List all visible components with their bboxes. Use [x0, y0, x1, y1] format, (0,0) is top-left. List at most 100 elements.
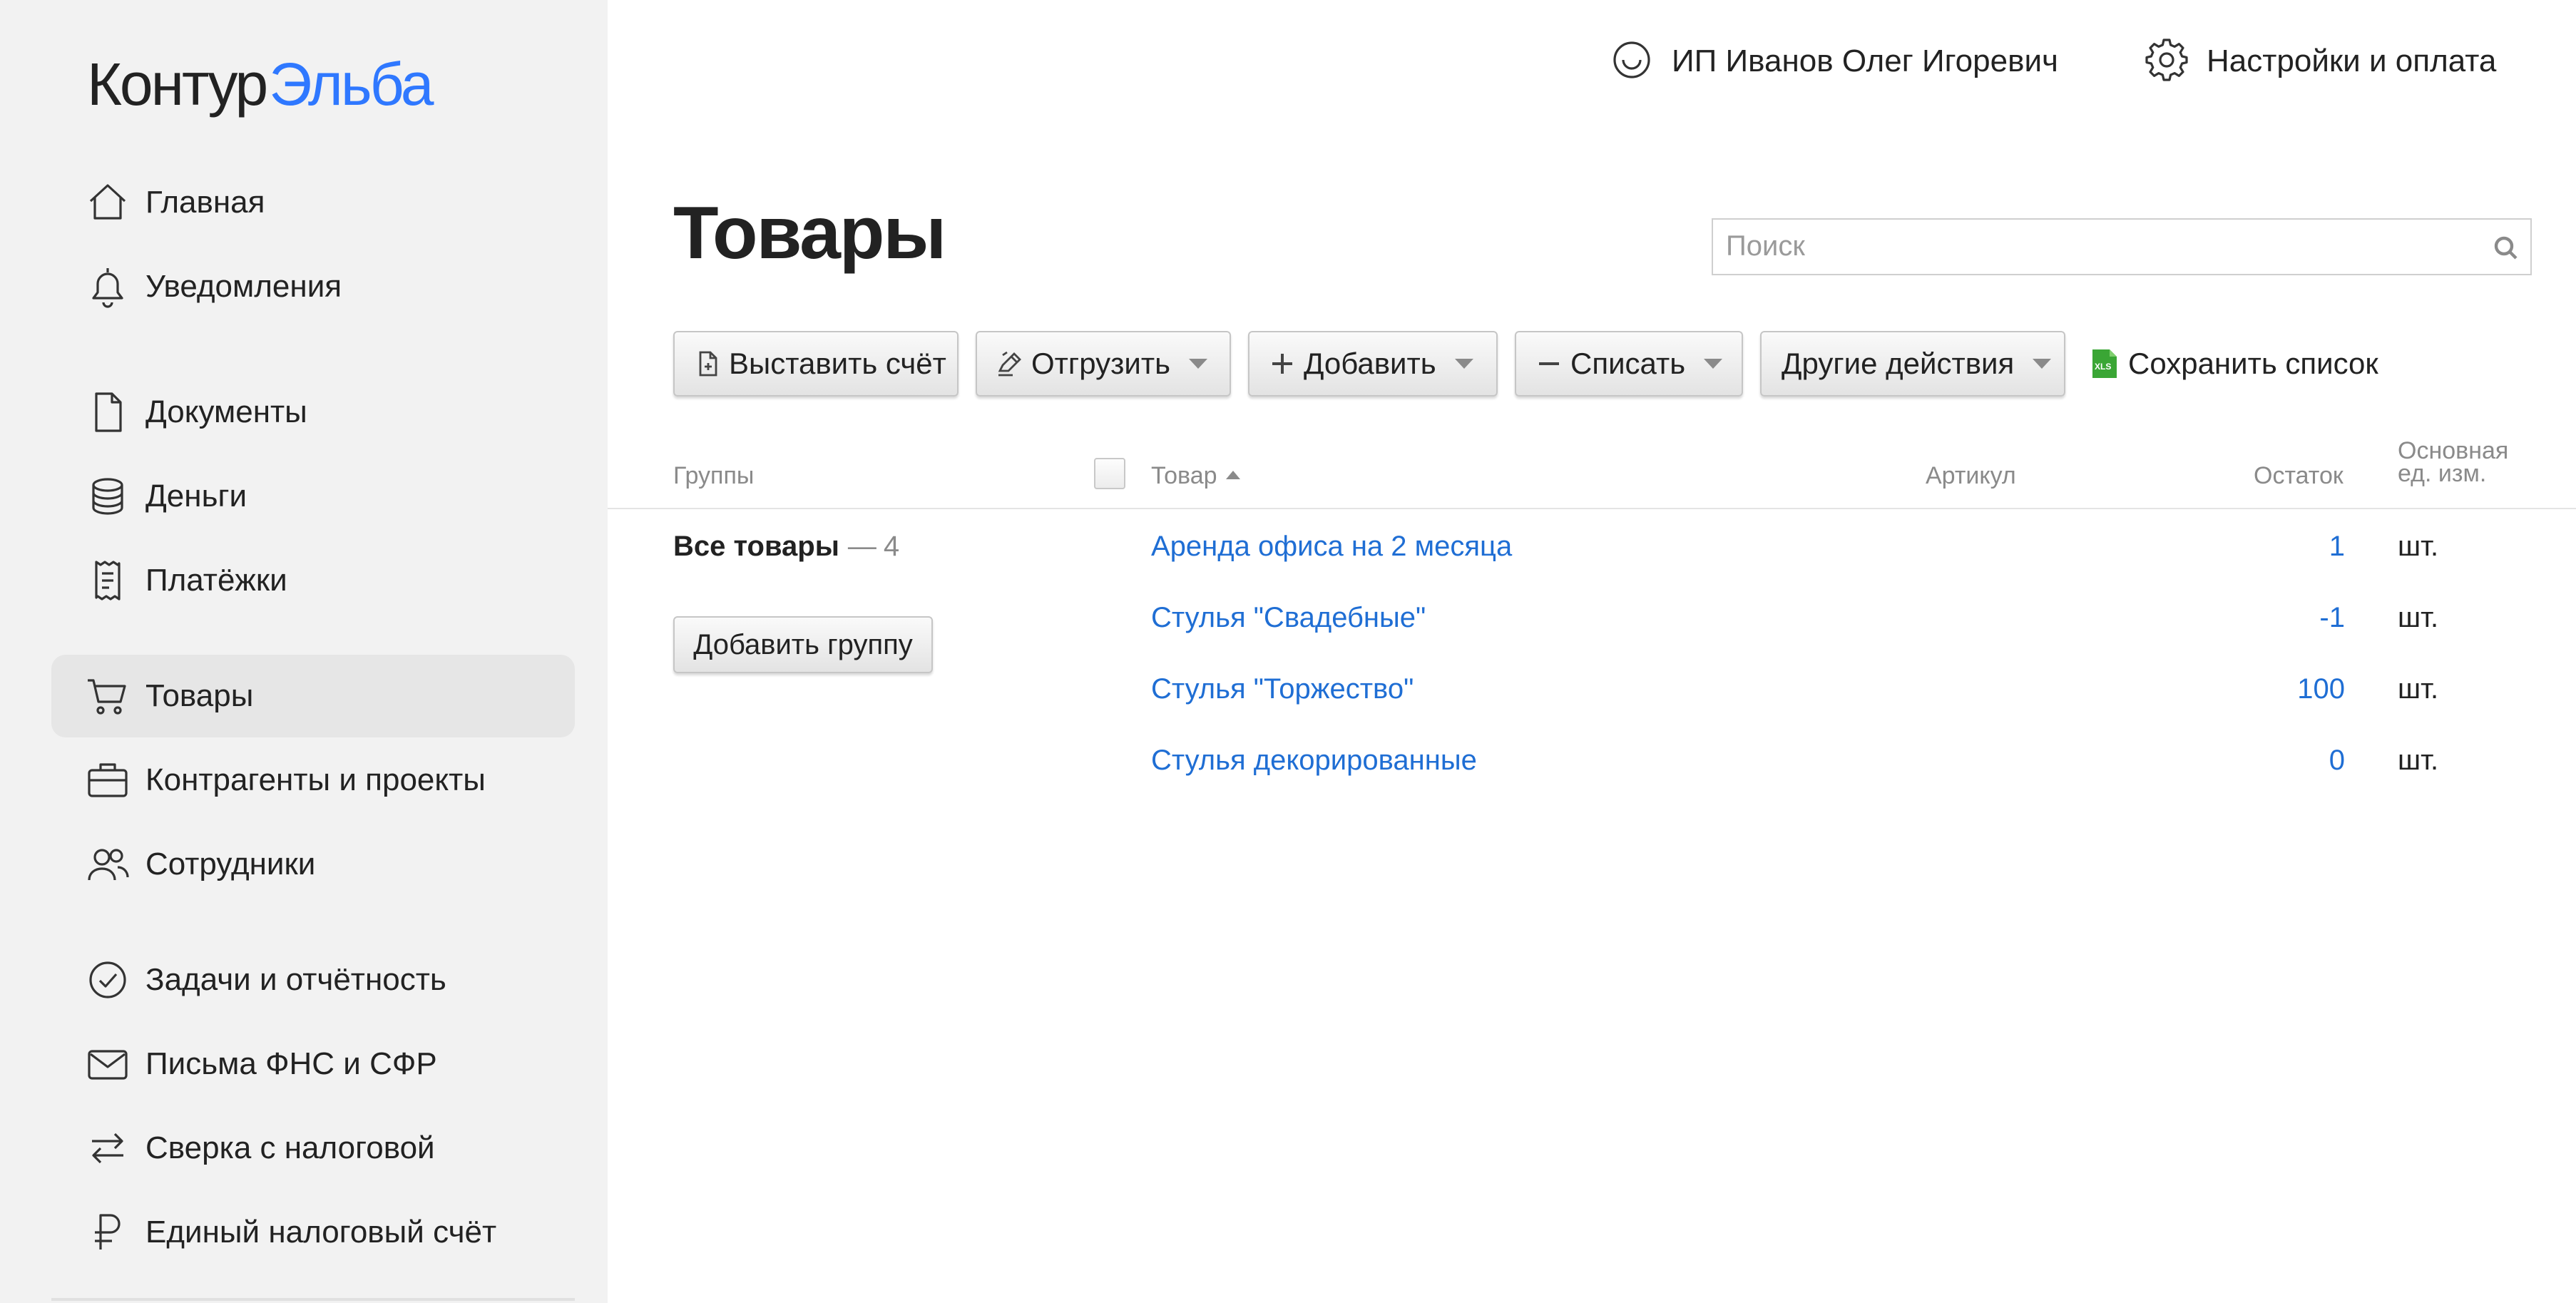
sidebar-item-label: Единый налоговый счёт: [145, 1215, 497, 1250]
product-name-link[interactable]: Стулья "Торжество": [1151, 673, 1414, 705]
product-name-link[interactable]: Аренда офиса на 2 месяца: [1151, 531, 1512, 563]
other-actions-label: Другие действия: [1782, 347, 2015, 380]
bell-icon: [84, 263, 131, 310]
logo[interactable]: КонтурЭльба: [87, 50, 434, 119]
search-input[interactable]: [1713, 220, 2468, 272]
briefcase-icon: [84, 757, 131, 804]
writeoff-button[interactable]: Списать: [1515, 331, 1743, 397]
sidebar-item-tasks[interactable]: Задачи и отчётность: [51, 939, 575, 1021]
sort-ascending-icon: [1225, 471, 1240, 480]
ruble-icon: [84, 1209, 131, 1256]
sidebar-item-label: Деньги: [145, 479, 247, 513]
sidebar-item-documents[interactable]: Документы: [51, 371, 575, 454]
stock-value[interactable]: -1: [2319, 602, 2345, 634]
settings-label: Настройки и оплата: [2207, 44, 2497, 78]
sidebar-item-home[interactable]: Главная: [51, 161, 575, 244]
swap-arrows-icon: [84, 1125, 131, 1172]
column-header-unit[interactable]: Основная ед. изм.: [2398, 437, 2509, 487]
table-row: Стулья "Торжество" 100 шт.: [1141, 673, 2539, 730]
smile-icon: [1609, 37, 1655, 86]
gear-icon: [2144, 37, 2189, 86]
sidebar-item-label: Сотрудники: [145, 847, 316, 882]
select-all-checkbox[interactable]: [1094, 458, 1125, 489]
settings-link[interactable]: Настройки и оплата: [2144, 34, 2496, 88]
sidebar-item-label: Уведомления: [145, 269, 342, 304]
sidebar-item-label: Платёжки: [145, 563, 287, 598]
minus-icon: [1539, 362, 1559, 365]
product-name-link[interactable]: Стулья декорированные: [1151, 745, 1477, 777]
ship-button[interactable]: Отгрузить: [976, 331, 1231, 397]
sidebar-item-label: Документы: [145, 394, 307, 429]
ship-stamp-icon: [998, 351, 1021, 377]
column-header-sku[interactable]: Артикул: [1926, 462, 2016, 490]
writeoff-label: Списать: [1570, 347, 1686, 380]
column-header-unit-line2: ед. изм.: [2398, 460, 2487, 487]
unit-value: шт.: [2398, 673, 2439, 705]
save-list-label: Сохранить список: [2128, 347, 2378, 380]
group-dash: —: [847, 531, 876, 562]
table-row: Стулья декорированные 0 шт.: [1141, 745, 2539, 802]
sidebar-item-money[interactable]: Деньги: [51, 455, 575, 538]
table-header-divider: [608, 508, 2576, 509]
add-label: Добавить: [1304, 347, 1436, 380]
column-header-stock[interactable]: Остаток: [2254, 462, 2344, 490]
unit-value: шт.: [2398, 745, 2439, 776]
add-group-button[interactable]: Добавить группу: [673, 616, 933, 673]
sidebar-item-fns-letters[interactable]: Письма ФНС и СФР: [51, 1023, 575, 1105]
chevron-down-icon: [1454, 359, 1473, 369]
mail-icon: [84, 1041, 131, 1088]
column-header-product[interactable]: Товар: [1151, 462, 1240, 490]
sidebar-item-label: Контрагенты и проекты: [145, 762, 486, 797]
product-name-link[interactable]: Стулья "Свадебные": [1151, 602, 1426, 634]
group-all-products[interactable]: Все товары —4: [673, 531, 899, 563]
sidebar: КонтурЭльба Главная Уведомления Документ…: [0, 0, 608, 1303]
sidebar-item-counterparties[interactable]: Контрагенты и проекты: [51, 739, 575, 822]
invoice-button[interactable]: Выставить счёт: [673, 331, 959, 397]
coins-icon: [84, 473, 131, 520]
stock-value[interactable]: 100: [2297, 673, 2345, 705]
add-button[interactable]: Добавить: [1248, 331, 1498, 397]
unit-value: шт.: [2398, 602, 2439, 633]
sidebar-item-label: Сверка с налоговой: [145, 1130, 435, 1165]
sidebar-divider: [51, 1298, 575, 1301]
table-row: Стулья "Свадебные" -1 шт.: [1141, 602, 2539, 659]
page-title: Товары: [673, 192, 946, 275]
document-icon: [84, 389, 131, 436]
table-row: Аренда офиса на 2 месяца 1 шт.: [1141, 531, 2539, 588]
sidebar-item-label: Задачи и отчётность: [145, 962, 446, 997]
plus-icon: [1272, 354, 1292, 374]
xls-badge: XLS: [2095, 362, 2111, 372]
sidebar-item-notifications[interactable]: Уведомления: [51, 245, 575, 328]
sidebar-item-label: Главная: [145, 185, 265, 220]
unit-value: шт.: [2398, 531, 2439, 562]
search-box[interactable]: [1712, 218, 2532, 275]
check-circle-icon: [84, 956, 131, 1003]
column-header-groups: Группы: [673, 462, 755, 489]
stock-value[interactable]: 1: [2329, 531, 2345, 563]
ship-label: Отгрузить: [1031, 347, 1170, 380]
sidebar-item-employees[interactable]: Сотрудники: [51, 823, 575, 906]
chevron-down-icon: [1188, 359, 1207, 369]
receipt-icon: [84, 557, 131, 604]
group-count: 4: [883, 531, 900, 562]
other-actions-button[interactable]: Другие действия: [1760, 331, 2065, 397]
sidebar-item-payments[interactable]: Платёжки: [51, 539, 575, 622]
sidebar-item-tax-account[interactable]: Единый налоговый счёт: [51, 1191, 575, 1274]
column-header-unit-line1: Основная: [2398, 437, 2509, 464]
document-plus-icon: [699, 351, 717, 377]
people-icon: [84, 841, 131, 888]
search-icon[interactable]: [2492, 234, 2520, 262]
stock-value[interactable]: 0: [2329, 745, 2345, 777]
sidebar-item-products[interactable]: Товары: [51, 655, 575, 737]
user-menu[interactable]: ИП Иванов Олег Игоревич: [1609, 34, 2058, 88]
logo-kontur: Контур: [87, 51, 268, 118]
sidebar-item-tax-reconciliation[interactable]: Сверка с налоговой: [51, 1107, 575, 1190]
user-name: ИП Иванов Олег Игоревич: [1672, 44, 2058, 78]
sidebar-item-label: Письма ФНС и СФР: [145, 1046, 437, 1081]
chevron-down-icon: [2033, 359, 2052, 369]
sidebar-item-label: Товары: [145, 678, 254, 713]
logo-elba: Эльба: [269, 51, 434, 118]
save-list-link[interactable]: XLS Сохранить список: [2091, 342, 2378, 385]
chevron-down-icon: [1704, 359, 1723, 369]
invoice-label: Выставить счёт: [729, 347, 946, 380]
